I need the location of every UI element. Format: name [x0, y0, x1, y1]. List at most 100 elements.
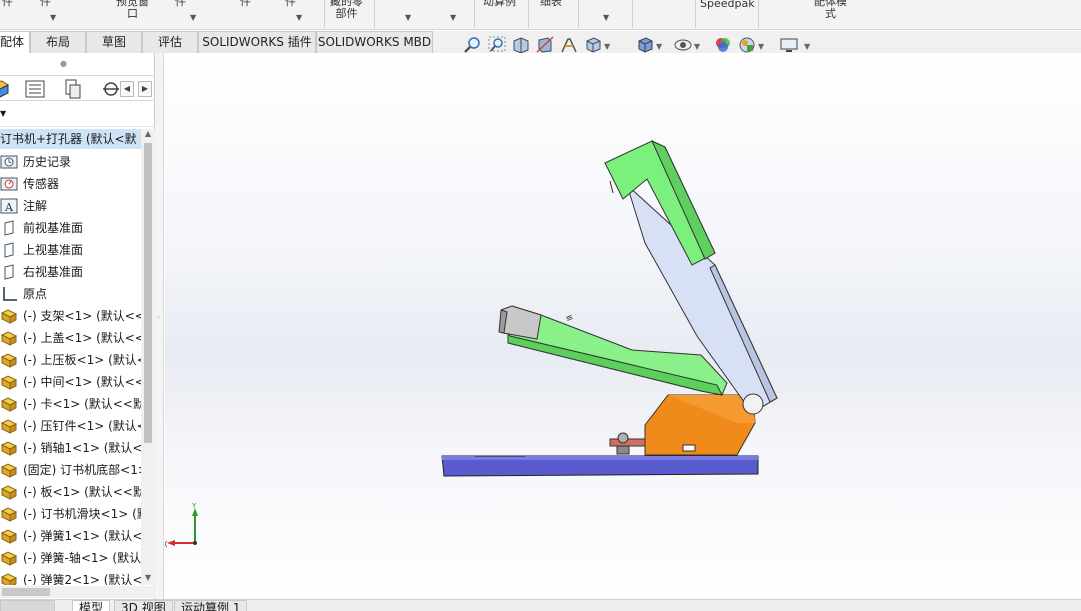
chevron-down-icon[interactable]: ▼ [603, 13, 609, 22]
tab-model[interactable]: 模型 [72, 600, 111, 611]
scrollbar-thumb[interactable] [144, 143, 152, 443]
tree-item-part[interactable]: (-) 中间<1> (默认<< [0, 371, 141, 393]
tab-evaluate[interactable]: 评估 [142, 31, 198, 53]
tree-vertical-scrollbar[interactable]: ▲ ▼ [141, 129, 155, 585]
chevron-down-icon[interactable]: ▼ [694, 42, 700, 51]
apply-scene-icon[interactable] [738, 36, 756, 54]
scrollbar-thumb[interactable] [2, 588, 50, 596]
ribbon-preview-window[interactable]: 预览窗 口 [116, 0, 149, 20]
part-icon [0, 308, 18, 324]
tree-filter[interactable]: ▼ [0, 103, 155, 127]
chevron-up-icon[interactable]: ▲ [141, 129, 155, 141]
view-orientation-icon[interactable] [584, 36, 602, 54]
part-icon [0, 352, 18, 368]
tree-item-top-plane[interactable]: 上视基准面 [0, 239, 141, 261]
ribbon-separator [474, 0, 475, 28]
tree-horizontal-scrollbar[interactable] [0, 586, 155, 598]
section-view-icon[interactable] [536, 36, 554, 54]
tree-item-part[interactable]: (-) 支架<1> (默认<< [0, 305, 141, 327]
tree-item-part[interactable]: (-) 弹簧2<1> (默认< [0, 569, 141, 585]
panel-grip-icon[interactable]: ● [60, 59, 67, 68]
chevron-down-icon[interactable]: ▼ [758, 42, 764, 51]
chevron-down-icon[interactable]: ▼ [50, 13, 56, 22]
annotation-icon: A [0, 198, 18, 214]
triad-y-label: Y [191, 502, 197, 510]
command-ribbon: 件 件 ▼ 预览窗 口 件 ▼ 件 件 ▼ 藏的零 部件 ▼ ▼ 动算例 细表 … [0, 0, 1081, 30]
display-style-icon[interactable] [636, 36, 654, 54]
zoom-to-fit-icon[interactable] [464, 36, 482, 54]
tree-item-part[interactable]: (-) 订书机滑块<1> (默 [0, 503, 141, 525]
hinge-pin[interactable] [742, 393, 764, 415]
tab-sketch[interactable]: 草图 [86, 31, 142, 53]
chevron-down-icon[interactable]: ▼ [405, 13, 411, 22]
ribbon-item[interactable]: 件 [285, 0, 296, 8]
chevron-right-icon[interactable]: ▶ [138, 81, 152, 97]
base-plate[interactable] [441, 455, 759, 477]
ribbon-bom[interactable]: 细表 [540, 0, 562, 8]
graphics-viewport[interactable]: ≡ Y X ⊣ ⊢ — □ [165, 53, 1081, 599]
chevron-down-icon[interactable]: ▼ [190, 13, 196, 22]
tree-item-part[interactable]: (-) 上压板<1> (默认< [0, 349, 141, 371]
edit-appearance-icon[interactable] [714, 36, 732, 54]
tree-item-part[interactable]: (固定) 订书机底部<1> [0, 459, 141, 481]
tree-item-part[interactable]: (-) 板<1> (默认<<默 [0, 481, 141, 503]
chevron-down-icon[interactable]: ▼ [656, 42, 662, 51]
ribbon-item[interactable]: 件 [240, 0, 251, 8]
part-icon [0, 374, 18, 390]
part-icon [0, 506, 18, 522]
chevron-down-icon[interactable]: ▼ [804, 42, 810, 51]
ribbon-motion-study[interactable]: 动算例 [483, 0, 516, 8]
zoom-to-area-icon[interactable] [488, 36, 506, 54]
tree-item-part[interactable]: (-) 上盖<1> (默认<< [0, 327, 141, 349]
tree-root[interactable]: 订书机+打孔器 (默认<默 [0, 129, 141, 149]
stapler-model[interactable]: ≡ [165, 53, 1081, 599]
feature-manager-tab[interactable] [0, 79, 18, 99]
panel-splitter[interactable]: ◦ [155, 53, 164, 611]
ribbon-separator [578, 0, 579, 28]
tab-layout[interactable]: 布局 [30, 31, 86, 53]
chevron-down-icon[interactable]: ▼ [604, 42, 610, 51]
tree-item-part[interactable]: (-) 弹簧-轴<1> (默认 [0, 547, 141, 569]
tab-solidworks-mbd[interactable]: SOLIDWORKS MBD [316, 31, 433, 53]
chevron-down-icon[interactable]: ▼ [450, 13, 456, 22]
part-icon [0, 572, 18, 585]
chevron-down-icon[interactable]: ▼ [0, 109, 6, 118]
chevron-left-icon[interactable]: ◀ [120, 81, 134, 97]
tab-solidworks-addins[interactable]: SOLIDWORKS 插件 [198, 31, 316, 53]
tree-item-origin[interactable]: 原点 [0, 283, 141, 305]
tree-item-part[interactable]: (-) 销轴1<1> (默认< [0, 437, 141, 459]
hinge-block[interactable] [644, 394, 756, 456]
tree-item-part[interactable]: (-) 弹簧1<1> (默认< [0, 525, 141, 547]
ribbon-assembly-mode[interactable]: 配体模 式 [814, 0, 847, 20]
chevron-down-icon[interactable]: ▼ [296, 13, 302, 22]
previous-view-icon[interactable] [512, 36, 530, 54]
tree-item-part[interactable]: (-) 卡<1> (默认<<默 [0, 393, 141, 415]
ribbon-hidden-parts[interactable]: 藏的零 部件 [330, 0, 363, 20]
tab-3d-views[interactable]: 3D 视图 [114, 600, 173, 611]
origin-icon [0, 286, 18, 302]
axis-triad: Y X [165, 502, 198, 549]
ribbon-speedpak[interactable]: Speedpak [700, 0, 755, 10]
bottom-tabs: 模型 3D 视图 运动算例 1 [0, 599, 1081, 611]
tree-item-part[interactable]: (-) 压钉件<1> (默认< [0, 415, 141, 437]
ribbon-item[interactable]: 件 [40, 0, 51, 8]
hide-show-items-icon[interactable] [674, 36, 692, 54]
tab-motion-study-1[interactable]: 运动算例 1 [174, 600, 248, 611]
tree-item-history[interactable]: 历史记录 [0, 151, 141, 173]
splitter-grip-icon[interactable]: ◦ [156, 313, 163, 322]
tree-item-front-plane[interactable]: 前视基准面 [0, 217, 141, 239]
history-icon [0, 154, 18, 170]
slider-latch[interactable] [609, 432, 651, 455]
tree-item-sensors[interactable]: 传感器 [0, 173, 141, 195]
tree-item-right-plane[interactable]: 右视基准面 [0, 261, 141, 283]
property-manager-tab[interactable] [24, 79, 54, 99]
tab-assembly[interactable]: 配体 [0, 31, 30, 53]
ribbon-item[interactable]: 件 [175, 0, 186, 8]
chevron-down-icon[interactable]: ▼ [141, 573, 155, 585]
dynamic-annotation-icon[interactable] [560, 36, 578, 54]
view-settings-icon[interactable] [780, 36, 798, 54]
tree-item-annotations[interactable]: A 注解 [0, 195, 141, 217]
ribbon-item[interactable]: 件 [2, 0, 13, 8]
configuration-manager-tab[interactable] [62, 79, 92, 99]
bottom-scroll-area[interactable] [0, 600, 55, 611]
